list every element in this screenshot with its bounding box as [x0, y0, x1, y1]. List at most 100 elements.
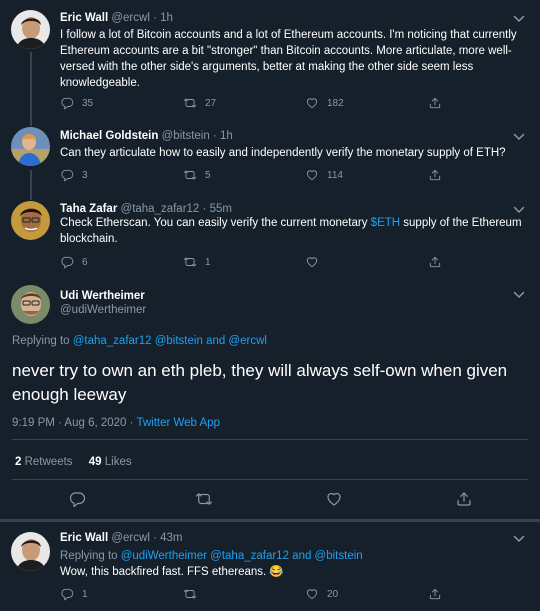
author-handle[interactable]: @taha_zafar12	[121, 203, 200, 215]
tweet-text: Can they articulate how to easily and in…	[60, 147, 506, 159]
avatar[interactable]	[11, 10, 50, 49]
like-count: 114	[327, 169, 343, 181]
tweet-michael-goldstein[interactable]: Michael Goldstein @bitstein · 1h Can the…	[0, 118, 540, 192]
timestamp-text[interactable]: 9:19 PM · Aug 6, 2020 ·	[12, 417, 136, 429]
replying-to-prefix: Replying to	[60, 550, 121, 562]
main-tweet: Udi Wertheimer @udiWertheimer Replying t…	[0, 281, 540, 519]
replying-to-users[interactable]: @udiWertheimer @taha_zafar12 and @bitste…	[121, 550, 363, 562]
tweet-timestamp: 9:19 PM · Aug 6, 2020 · Twitter Web App	[12, 417, 220, 429]
share-button[interactable]	[428, 96, 450, 110]
tweet-text-part: Check Etherscan. You can easily verify t…	[60, 217, 371, 229]
avatar[interactable]	[11, 201, 50, 240]
caret-down-icon[interactable]	[513, 206, 525, 214]
main-tweet-actions	[0, 490, 540, 512]
share-icon[interactable]	[455, 490, 473, 508]
tweet-time[interactable]: 55m	[210, 203, 232, 215]
author-handle[interactable]: @ercwl	[111, 12, 150, 24]
retweet-count: 5	[205, 169, 211, 181]
author-handle[interactable]: @udiWertheimer	[60, 304, 146, 316]
caret-down-icon[interactable]	[513, 291, 525, 299]
tweet-text: I follow a lot of Bitcoin accounts and a…	[60, 29, 517, 89]
author-name[interactable]: Eric Wall	[60, 12, 108, 24]
share-button[interactable]	[428, 255, 450, 269]
tweet-actions: 3 5 114	[60, 168, 450, 184]
retweet-button[interactable]: 27	[183, 96, 216, 110]
share-button[interactable]	[428, 587, 450, 601]
author-handle[interactable]: @ercwl	[111, 532, 150, 544]
author-name[interactable]: Eric Wall	[60, 532, 108, 544]
likes-stat[interactable]: 49 Likes	[89, 456, 132, 468]
replying-to: Replying to @taha_zafar12 @bitstein and …	[12, 335, 267, 347]
reply-button[interactable]: 3	[60, 168, 88, 182]
thread-line	[30, 52, 32, 118]
like-icon	[305, 587, 319, 601]
reply-count: 35	[82, 97, 94, 109]
reply-button[interactable]: 6	[60, 255, 88, 269]
like-icon	[305, 168, 319, 182]
like-count: 20	[327, 588, 339, 600]
tweet-eric-wall[interactable]: Eric Wall @ercwl · 1h I follow a lot of …	[0, 0, 540, 118]
like-total: 49	[88, 456, 102, 468]
caret-down-icon[interactable]	[513, 535, 525, 543]
caret-down-icon[interactable]	[513, 133, 525, 141]
thread-line	[30, 170, 32, 192]
retweet-icon	[183, 255, 197, 269]
reply-icon	[60, 96, 74, 110]
author-handle[interactable]: @bitstein	[162, 130, 210, 142]
retweet-button[interactable]: 5	[183, 168, 211, 182]
like-icon	[305, 255, 319, 269]
author-name[interactable]: Taha Zafar	[60, 203, 117, 215]
tweet-text: Check Etherscan. You can easily verify t…	[60, 215, 526, 247]
avatar[interactable]	[11, 285, 50, 324]
retweets-label: Retweets	[24, 456, 73, 468]
like-button[interactable]: 20	[305, 587, 338, 601]
author-name[interactable]: Michael Goldstein	[60, 130, 158, 142]
retweet-count: 27	[205, 97, 217, 109]
like-count: 182	[327, 97, 344, 109]
reply-button[interactable]: 35	[60, 96, 93, 110]
tweet-time[interactable]: 43m	[160, 532, 182, 544]
thread-line	[30, 192, 32, 200]
like-button[interactable]: 114	[305, 168, 343, 182]
replying-to-users[interactable]: @taha_zafar12 @bitstein and @ercwl	[73, 335, 267, 347]
retweet-icon	[183, 168, 197, 182]
reply-count: 3	[82, 169, 88, 181]
tweet-time[interactable]: 1h	[160, 12, 173, 24]
engagement-stats: 2 Retweets 49 Likes	[15, 456, 132, 468]
retweets-stat[interactable]: 2 Retweets	[15, 456, 73, 468]
tweet-time[interactable]: 1h	[220, 130, 233, 142]
like-icon[interactable]	[325, 490, 343, 508]
tweet-text: Wow, this backfired fast. FFS ethereans.…	[60, 566, 284, 578]
tweet-actions: 6 1	[60, 255, 450, 271]
tweet-taha-zafar[interactable]: Taha Zafar @taha_zafar12 · 55m Check Eth…	[0, 192, 540, 281]
reply-tweet[interactable]: Eric Wall @ercwl · 43m Replying to @udiW…	[0, 522, 540, 611]
tweet-actions: 35 27 182	[60, 96, 450, 112]
reply-count: 6	[82, 256, 88, 268]
retweet-icon	[183, 587, 197, 601]
caret-down-icon[interactable]	[513, 15, 525, 23]
reply-icon	[60, 168, 74, 182]
reply-count: 1	[82, 588, 88, 600]
retweet-button[interactable]: 1	[183, 255, 211, 269]
reply-button[interactable]: 1	[60, 587, 88, 601]
avatar[interactable]	[11, 532, 50, 571]
like-button[interactable]: 182	[305, 96, 344, 110]
replying-to: Replying to @udiWertheimer @taha_zafar12…	[60, 548, 526, 564]
main-tweet-text: never try to own an eth pleb, they will …	[12, 361, 508, 404]
avatar[interactable]	[11, 127, 50, 166]
share-button[interactable]	[428, 168, 450, 182]
cashtag-link[interactable]: $ETH	[371, 217, 400, 229]
divider	[12, 479, 528, 480]
like-button[interactable]	[305, 255, 327, 269]
retweet-icon	[183, 96, 197, 110]
thread-line	[30, 118, 32, 126]
client-link[interactable]: Twitter Web App	[136, 417, 220, 429]
reply-icon[interactable]	[68, 490, 86, 508]
retweet-button[interactable]	[183, 587, 205, 601]
author-name[interactable]: Udi Wertheimer	[60, 290, 146, 302]
replying-to-prefix: Replying to	[12, 335, 73, 347]
retweet-count: 1	[205, 256, 211, 268]
retweet-icon[interactable]	[195, 490, 213, 508]
share-icon	[428, 255, 442, 269]
like-icon	[305, 96, 319, 110]
